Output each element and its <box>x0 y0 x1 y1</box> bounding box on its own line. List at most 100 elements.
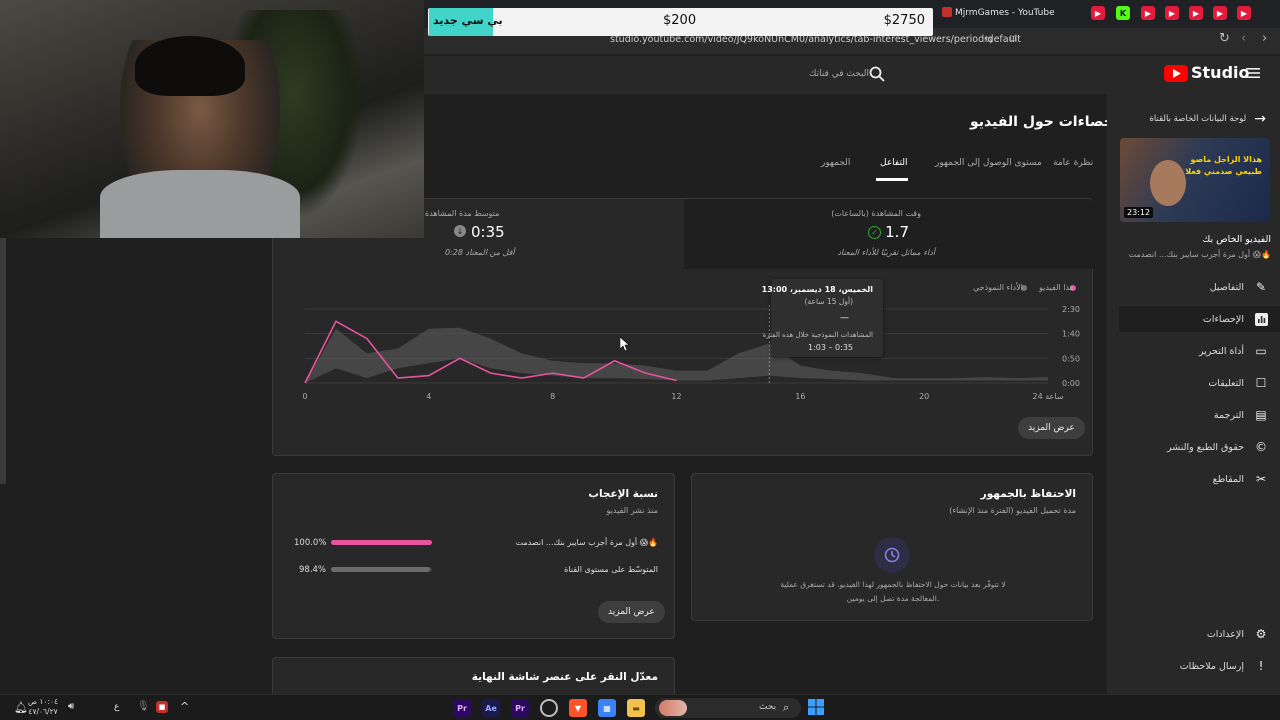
likes-card: نسبة الإعجاب منذ نشر الفيديو أول مرة أجر… <box>272 473 675 639</box>
tab-youtube-icon[interactable]: ▶ <box>1189 6 1203 20</box>
volume-icon[interactable]: 🔊︎ <box>68 701 74 712</box>
metric-avg-label: متوسط مدة المشاهدة <box>425 209 500 218</box>
taskbar-search-label: بحث <box>759 702 777 712</box>
sidebar-item-comments[interactable]: التعليقات ☐ <box>1118 370 1268 396</box>
chart-x-tick: 12 <box>671 392 681 401</box>
chart-x-tick: 0 <box>302 392 307 401</box>
engagement-chart[interactable]: 0:00 0:50 1:40 2:30 0 4 8 12 16 20 24 ساعة <box>273 295 1093 405</box>
back-to-dashboard-link[interactable]: لوحة البيانات الخاصة بالقناة → <box>1149 111 1266 127</box>
likes-subtitle: منذ نشر الفيديو <box>606 506 658 515</box>
retention-card: الاحتفاظ بالجمهور مدة تحميل الفيديو (الف… <box>691 473 1093 621</box>
sidebar-item-clips[interactable]: المقاطع ✂ <box>1118 466 1268 492</box>
tab-audience[interactable]: الجمهور <box>821 158 850 168</box>
mic-icon[interactable]: 🎙︎ <box>137 701 150 712</box>
forward-arrow-icon[interactable]: › <box>1262 31 1267 46</box>
tooltip-sub: (أول 15 ساعة) <box>804 297 853 306</box>
tooltip-typical-label: المشاهدات النموذجية خلال هذه الفترة <box>762 331 873 339</box>
metric-avg-value: 0:35 <box>471 223 505 241</box>
chart-y-tick: 0:00 <box>1062 379 1080 388</box>
stream-goal-bar: بي سي جديد $200 $2750 <box>428 8 933 36</box>
chart-x-tick: 16 <box>795 392 805 401</box>
sidebar-item-label: الإحصاءات <box>1202 313 1244 325</box>
sidebar-item-settings[interactable]: الإعدادات ⚙ <box>1118 621 1268 647</box>
video-title: أول مرة أجرب سايبر بنك... انصدمت 😱🔥 <box>1128 250 1271 259</box>
chevron-up-icon[interactable]: ^ <box>180 700 189 713</box>
reload-icon[interactable]: ↻ <box>1219 31 1230 46</box>
chart-x-tick: 4 <box>426 392 431 401</box>
bookmark-icon[interactable]: ⌑ <box>1010 32 1016 46</box>
copyright-icon: © <box>1255 440 1267 454</box>
clock-time: ١٠:٠٤ ص <box>28 697 59 706</box>
see-more-button[interactable]: عرض المزيد <box>1018 417 1085 439</box>
metric-watch-time[interactable]: وقت المشاهدة (بالساعات) 1.7 ✓ أداء مماثل… <box>684 199 1093 269</box>
windows-start-icon[interactable] <box>808 699 824 715</box>
subtitles-icon: ▤ <box>1255 408 1267 422</box>
webcam-hair <box>135 36 245 96</box>
tab-youtube-icon[interactable]: ▶ <box>1237 6 1251 20</box>
search-icon[interactable] <box>868 65 886 83</box>
tab-title[interactable]: MjrmGames - YouTube <box>955 8 1055 18</box>
likes-row-value: 98.4% <box>299 565 327 575</box>
share-icon[interactable]: ⇆ <box>984 33 993 46</box>
tab-youtube-icon[interactable]: ▶ <box>1213 6 1227 20</box>
chart-x-tick: 24 ساعة <box>1033 392 1064 401</box>
tab-overview[interactable]: نظرة عامة <box>1053 158 1093 168</box>
sidebar-item-subtitles[interactable]: الترجمة ▤ <box>1118 402 1268 428</box>
video-thumbnail[interactable]: هذالا الراجل ماصو طبيعي صدمني فعلا 23:12 <box>1120 138 1270 222</box>
check-circle-icon: ✓ <box>868 226 881 239</box>
premiere-pro-icon[interactable]: Pr <box>453 699 471 717</box>
sidebar-item-label: التفاصيل <box>1209 281 1244 293</box>
notification-bell-icon[interactable]: 🔔︎ <box>14 701 28 714</box>
chart-y-tick: 1:40 <box>1062 330 1080 339</box>
tab-youtube-icon[interactable]: ▶ <box>1165 6 1179 20</box>
stream-goal-label: بي سي جديد <box>433 14 503 27</box>
tab-youtube-icon[interactable]: ▶ <box>1141 6 1155 20</box>
likes-bar-track <box>331 540 432 545</box>
mouse-cursor-icon <box>619 336 630 354</box>
tab-engagement[interactable]: التفاعل <box>880 158 907 168</box>
stream-goal-target: $2750 <box>883 13 925 28</box>
likes-row-label: أول مرة أجرب سايبر بنك... انصدمت 😱🔥 <box>515 538 658 547</box>
active-tab-indicator <box>876 178 908 181</box>
taskbar-search[interactable]: بحث ⌕ <box>655 698 801 718</box>
youtube-tab-icon <box>942 7 952 17</box>
taskbar-clock[interactable]: ١٠:٠٤ ص ٤٧/٠٦/٢٧ <box>28 697 58 717</box>
search-input[interactable]: البحث في قناتك <box>809 69 869 79</box>
left-scrollbar[interactable] <box>0 238 6 484</box>
tab-kick-icon[interactable]: K <box>1116 6 1130 20</box>
sidebar-item-analytics[interactable]: الإحصاءات <box>1119 306 1280 332</box>
video-heading: الفيديو الخاص بك <box>1202 234 1271 245</box>
gear-icon: ⚙ <box>1255 627 1267 641</box>
likes-see-more-button[interactable]: عرض المزيد <box>598 601 665 623</box>
sidebar-item-details[interactable]: التفاصيل ✎ <box>1118 274 1268 300</box>
obs-icon[interactable] <box>540 699 558 717</box>
metric-value: 1.7 <box>885 223 909 241</box>
retention-title: الاحتفاظ بالجمهور <box>980 488 1076 500</box>
legend-this-label: هذا الفيديو <box>1039 283 1074 292</box>
legend-typical-label: الأداء النموذجي <box>973 283 1023 292</box>
tab-youtube-icon[interactable]: ▶ <box>1091 6 1105 20</box>
tab-reach[interactable]: مستوى الوصول إلى الجمهور <box>935 158 1042 168</box>
sidebar-item-editor[interactable]: أداة التحرير ▭ <box>1118 338 1268 364</box>
tray-app-icon[interactable]: ■ <box>156 701 168 713</box>
after-effects-icon[interactable]: Ae <box>482 699 500 717</box>
language-indicator[interactable]: ع <box>114 702 119 712</box>
likes-bar-fill <box>331 540 432 545</box>
retention-subtitle: مدة تحميل الفيديو (الفترة منذ الإنشاء) <box>949 506 1076 515</box>
tooltip-date: الخميس، 18 ديسمبر، 13:00 <box>761 285 873 294</box>
hamburger-menu-icon[interactable] <box>1246 66 1260 80</box>
typical-performance-band <box>305 327 1048 383</box>
back-arrow-icon[interactable]: ‹ <box>1241 31 1246 46</box>
file-explorer-icon[interactable]: ▬ <box>627 699 645 717</box>
arrow-down-icon: ↓ <box>454 225 466 237</box>
brave-browser-icon[interactable]: ▼ <box>569 699 587 717</box>
studio-top-bar: البحث في قناتك Studio <box>424 56 1280 94</box>
store-icon[interactable]: ▦ <box>598 699 616 717</box>
search-icon: ⌕ <box>783 701 790 714</box>
sidebar-item-copyright[interactable]: حقوق الطبع والنشر © <box>1118 434 1268 460</box>
metric-note: أداء مماثل تقريبًا للأداء المعتاد <box>837 248 935 257</box>
premiere-pro-icon[interactable]: Pr <box>511 699 529 717</box>
metric-avg-note: 0:28 أقل من المعتاد <box>445 248 515 257</box>
sidebar-item-feedback[interactable]: إرسال ملاحظات ! <box>1118 653 1268 679</box>
youtube-logo-icon[interactable] <box>1164 65 1188 82</box>
